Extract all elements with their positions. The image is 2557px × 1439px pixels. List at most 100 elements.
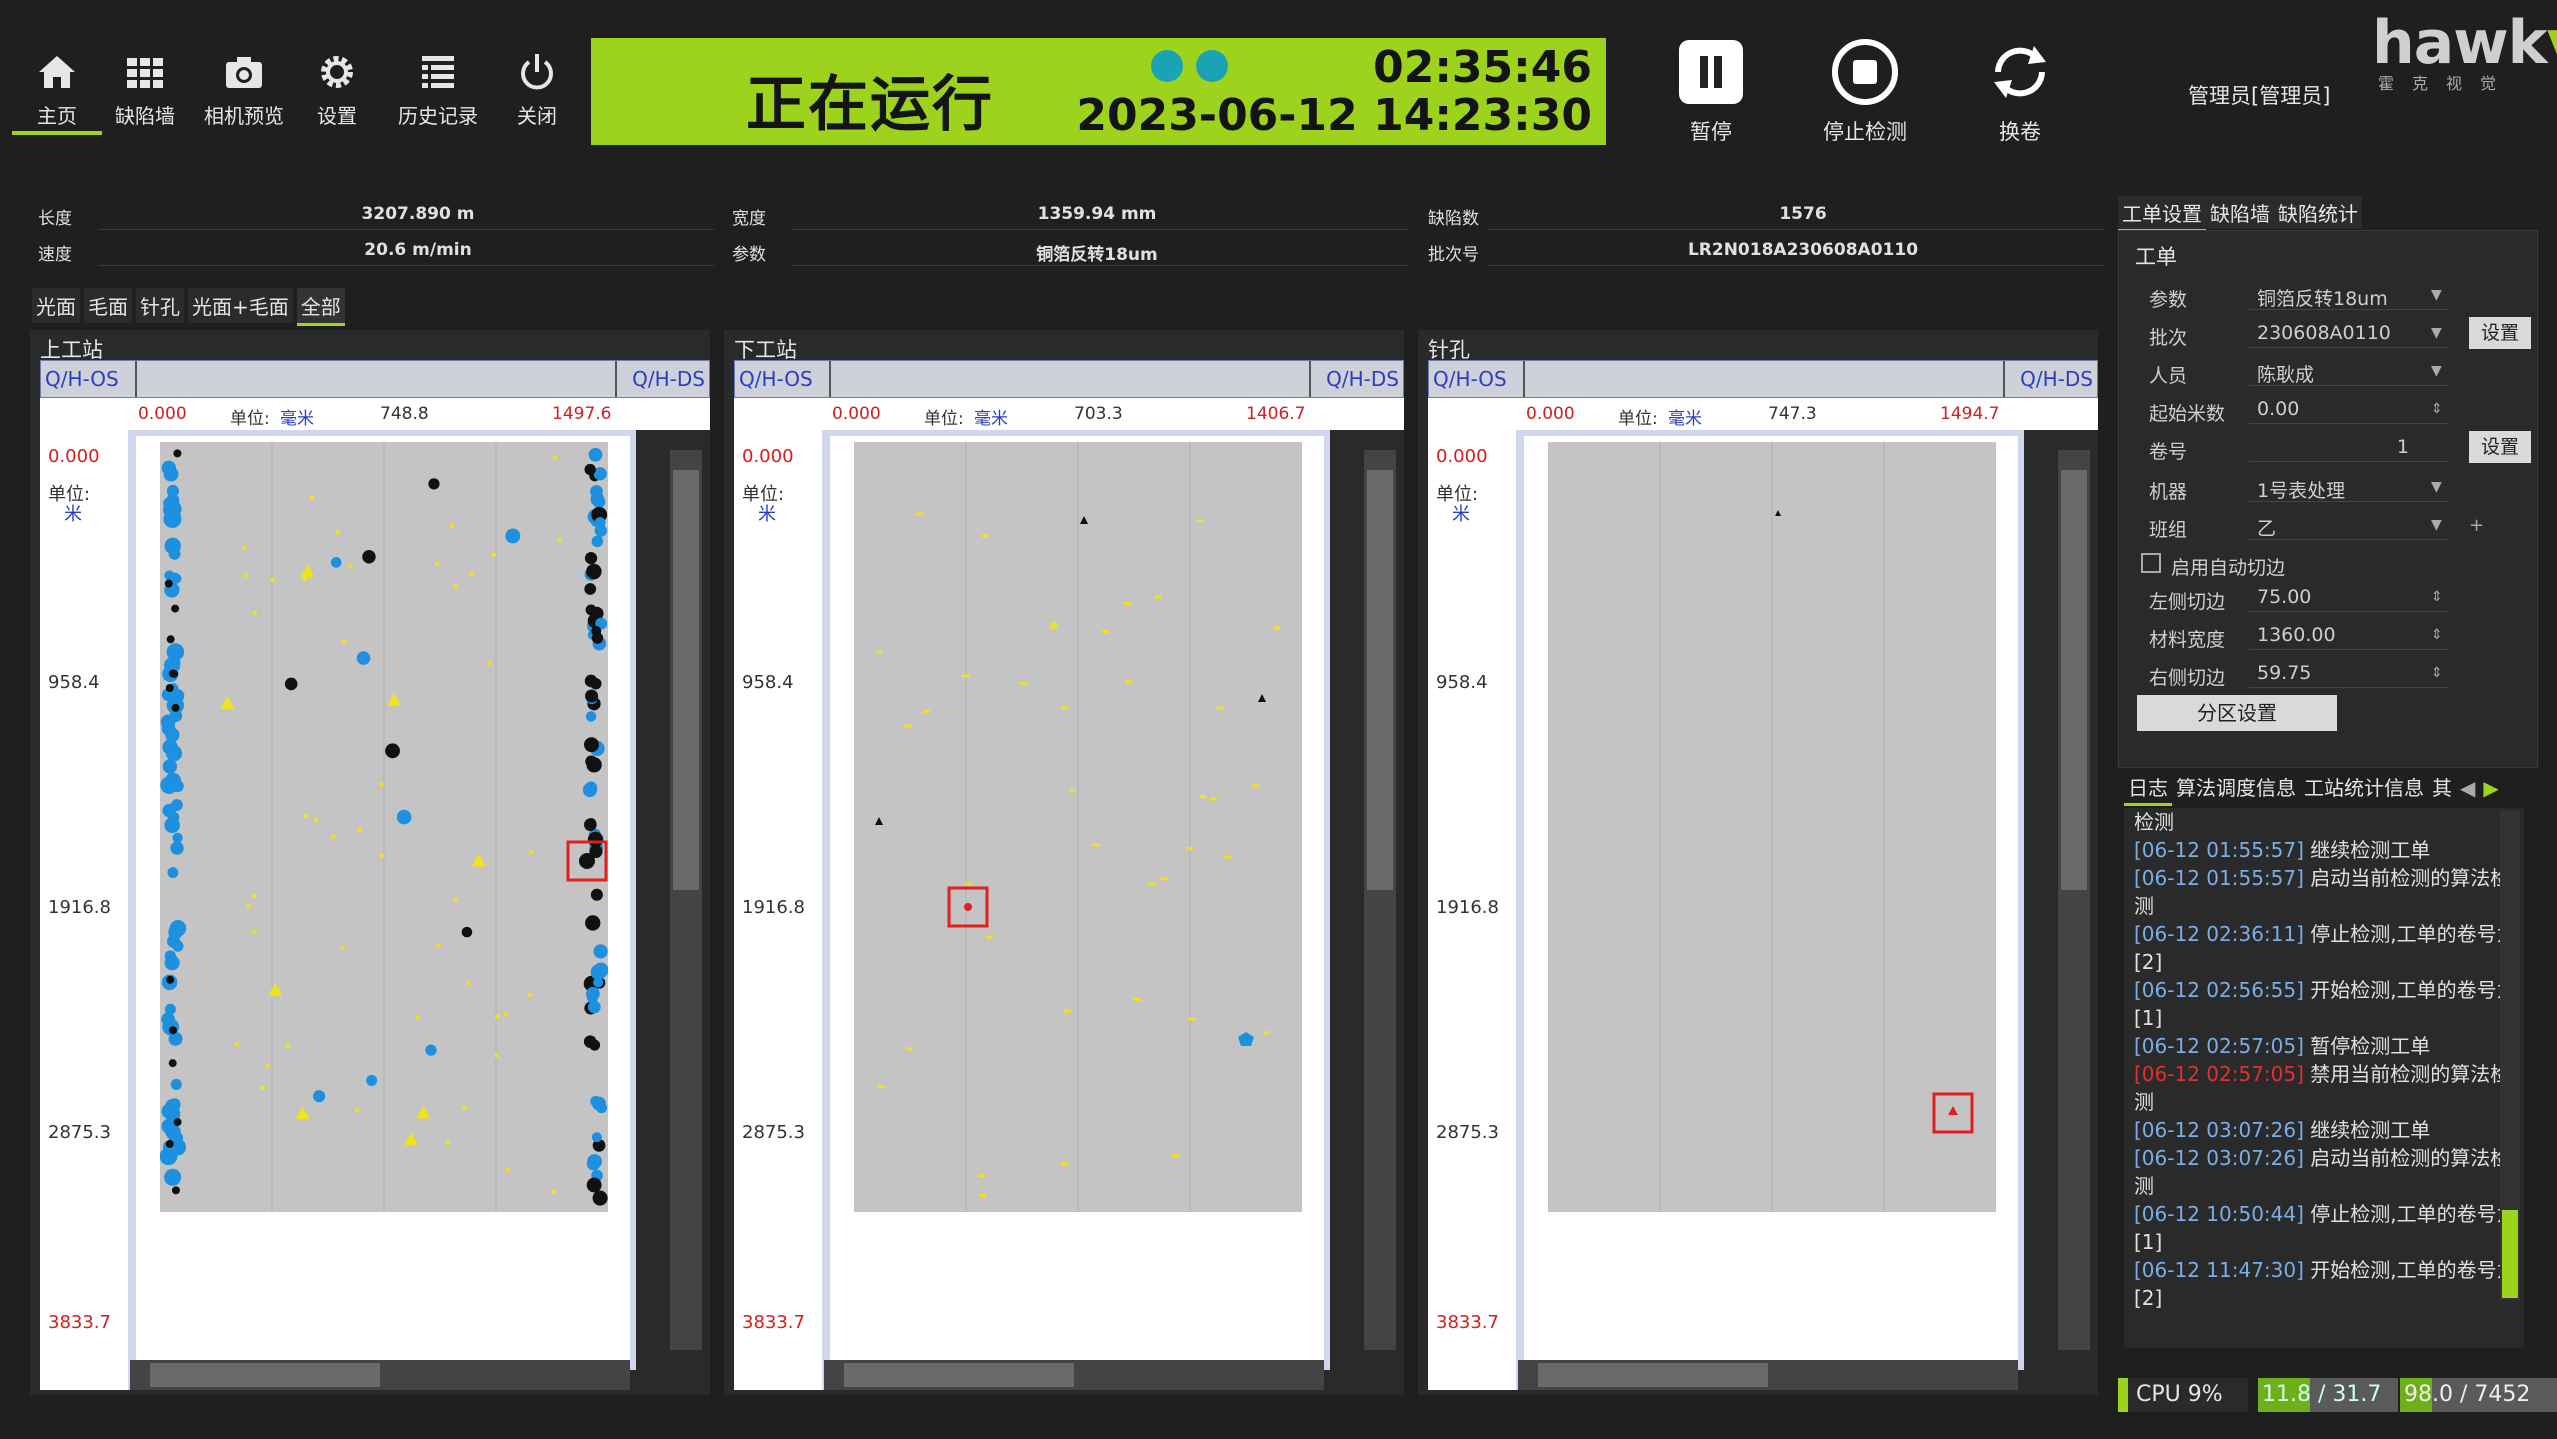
defect-mark[interactable] — [453, 584, 458, 589]
defect-dot[interactable] — [591, 535, 604, 548]
defect-dot[interactable] — [169, 920, 187, 937]
defect-mark[interactable] — [1196, 519, 1204, 523]
defect-triangle[interactable] — [268, 983, 283, 997]
defect-dot[interactable] — [589, 1039, 601, 1051]
log-scrollbar[interactable] — [2500, 810, 2520, 1300]
defect-mark[interactable] — [985, 935, 993, 939]
horizontal-scrollbar[interactable] — [130, 1360, 630, 1390]
defect-mark[interactable] — [252, 611, 257, 616]
defect-mark[interactable] — [436, 943, 441, 948]
vertical-scrollbar[interactable] — [1364, 450, 1396, 1350]
pause-button[interactable]: 暂停 — [1656, 38, 1766, 146]
defect-dot[interactable] — [594, 517, 606, 528]
defect-mark[interactable] — [252, 929, 257, 934]
defect-dot[interactable] — [164, 537, 181, 554]
defect-dot[interactable] — [591, 632, 604, 644]
defect-dot[interactable] — [588, 447, 603, 462]
defect-triangle[interactable] — [1080, 516, 1088, 524]
defect-dot[interactable] — [592, 495, 606, 509]
defect-map[interactable] — [854, 442, 1302, 1212]
defect-dot[interactable] — [461, 926, 473, 938]
defect-mark[interactable] — [331, 834, 336, 839]
defect-mark[interactable] — [905, 1047, 913, 1051]
defect-dot[interactable] — [1238, 1032, 1254, 1046]
defect-mark[interactable] — [529, 850, 534, 855]
nav-close-button[interactable]: 关闭 — [492, 50, 582, 135]
defect-mark[interactable] — [435, 561, 440, 566]
nav-settings-button[interactable]: 设置 — [292, 50, 382, 135]
defect-dot[interactable] — [584, 781, 598, 794]
spinner-icon[interactable]: ⇕ — [2431, 627, 2443, 643]
defect-triangle[interactable] — [300, 564, 315, 578]
defect-mark[interactable] — [415, 1015, 420, 1020]
defect-mark[interactable] — [978, 1174, 986, 1178]
defect-mark[interactable] — [302, 576, 307, 581]
defect-mark[interactable] — [445, 1141, 450, 1146]
batch-select[interactable]: 230608A0110 — [2249, 320, 2449, 348]
defect-mark[interactable] — [354, 1107, 359, 1112]
defect-dot[interactable] — [356, 651, 371, 665]
defect-mark[interactable] — [1188, 1017, 1196, 1021]
defect-dot[interactable] — [590, 964, 607, 980]
defect-mark[interactable] — [469, 572, 474, 577]
defect-dot[interactable] — [591, 1096, 606, 1111]
defect-mark[interactable] — [978, 1193, 986, 1197]
defect-mark[interactable] — [1092, 843, 1100, 847]
defect-dot[interactable] — [585, 711, 597, 722]
defect-mark[interactable] — [270, 577, 275, 582]
defect-mark[interactable] — [1216, 706, 1224, 710]
defect-mark[interactable] — [503, 1012, 508, 1017]
defect-dot[interactable] — [284, 677, 298, 691]
vertical-scrollbar[interactable] — [670, 450, 702, 1350]
defect-dot[interactable] — [161, 1012, 175, 1027]
material-width-input[interactable]: 1360.00 — [2249, 622, 2449, 650]
horizontal-scroll-thumb[interactable] — [150, 1363, 380, 1387]
defect-mark[interactable] — [922, 709, 930, 713]
defect-dot[interactable] — [172, 832, 183, 843]
tab-defect-wall[interactable]: 缺陷墙 — [2206, 196, 2274, 229]
start-meter-input[interactable]: 0.00 — [2249, 396, 2449, 424]
defect-map[interactable] — [1548, 442, 1996, 1212]
defect-dot[interactable] — [168, 1059, 177, 1068]
defect-mark[interactable] — [380, 853, 385, 858]
tab-other[interactable]: 其 — [2428, 770, 2456, 803]
defect-dot[interactable] — [162, 803, 176, 818]
defect-dot[interactable] — [163, 499, 182, 518]
defect-mark[interactable] — [252, 894, 257, 899]
defect-mark[interactable] — [1061, 1162, 1069, 1166]
horizontal-scrollbar[interactable] — [1518, 1360, 2018, 1390]
defect-mark[interactable] — [505, 1167, 510, 1172]
filter-tab-pinhole[interactable]: 针孔 — [136, 288, 184, 323]
defect-mark[interactable] — [234, 1042, 239, 1047]
defect-triangle[interactable] — [295, 1106, 310, 1120]
defect-dot[interactable] — [163, 466, 179, 482]
machine-select[interactable]: 1号表处理 — [2249, 474, 2449, 502]
defect-mark[interactable] — [1172, 1154, 1180, 1158]
defect-dot[interactable] — [171, 703, 180, 712]
horizontal-scrollbar[interactable] — [824, 1360, 1324, 1390]
defect-dot[interactable] — [330, 557, 342, 568]
defect-mark[interactable] — [265, 1064, 270, 1069]
defect-mark[interactable] — [878, 1085, 886, 1089]
log-scroll-thumb[interactable] — [2502, 1210, 2518, 1298]
defect-dot[interactable] — [428, 478, 440, 490]
spinner-icon[interactable]: ⇕ — [2431, 401, 2443, 417]
defect-mark[interactable] — [528, 992, 533, 997]
defect-dot[interactable] — [585, 689, 599, 703]
zone-settings-button[interactable]: 分区设置 — [2137, 695, 2337, 731]
defect-dot[interactable] — [166, 635, 175, 644]
defect-mark[interactable] — [379, 782, 384, 787]
defect-dot[interactable] — [173, 1118, 182, 1127]
defect-dot[interactable] — [584, 737, 599, 753]
defect-mark[interactable] — [487, 661, 492, 666]
defect-dot[interactable] — [165, 1139, 174, 1148]
filter-tab-smooth[interactable]: 光面 — [32, 288, 80, 323]
defect-mark[interactable] — [1061, 706, 1069, 710]
defect-triangle[interactable] — [220, 695, 235, 709]
defect-mark[interactable] — [357, 827, 362, 832]
vertical-scroll-thumb[interactable] — [673, 470, 699, 890]
spinner-icon[interactable]: ⇕ — [2431, 665, 2443, 681]
defect-mark[interactable] — [450, 523, 455, 528]
defect-mark[interactable] — [965, 882, 973, 886]
defect-dot[interactable] — [161, 721, 176, 736]
